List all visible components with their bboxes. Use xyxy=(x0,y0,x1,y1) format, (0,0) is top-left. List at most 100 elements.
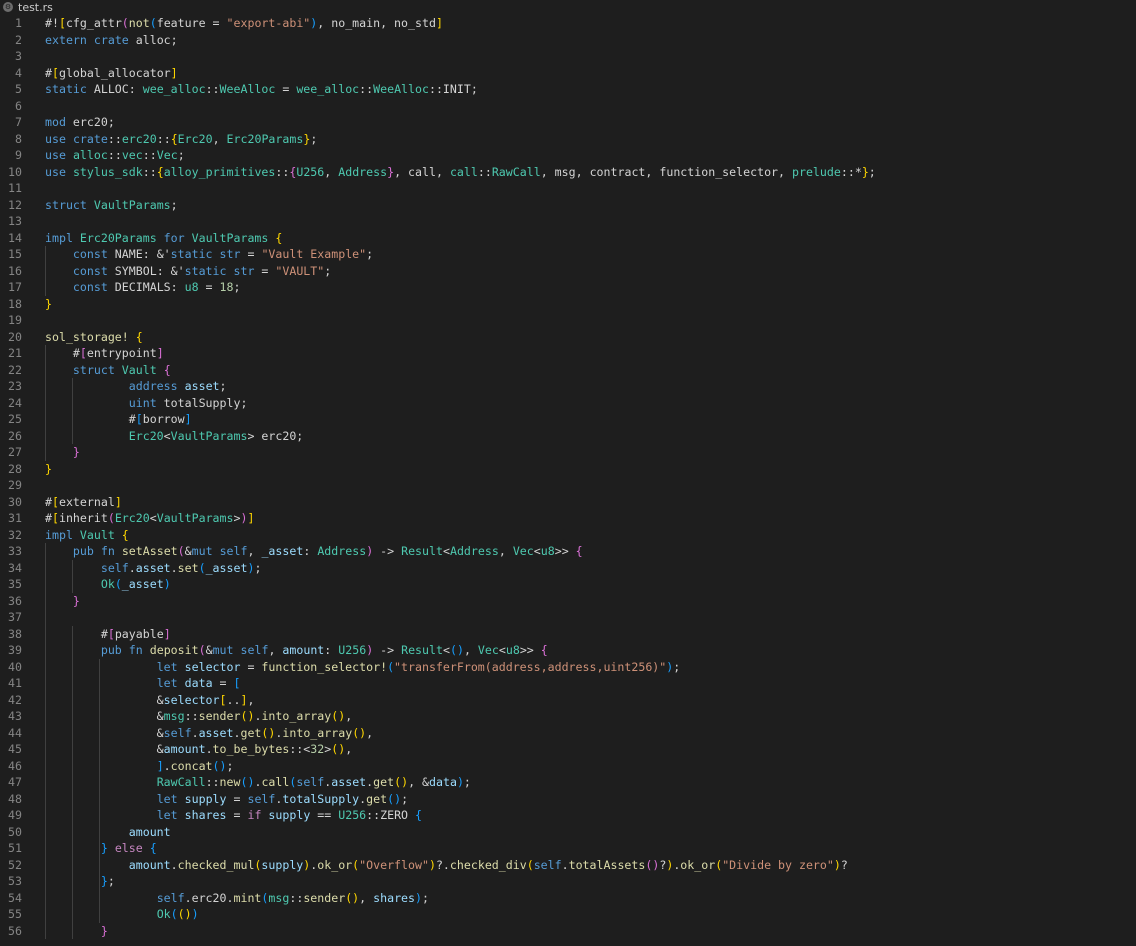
code-line[interactable]: 53 }; xyxy=(0,873,1136,890)
code-token: Address xyxy=(317,544,367,558)
code-line[interactable]: 23 address asset; xyxy=(0,378,1136,395)
code-line[interactable]: 55 Ok(()) xyxy=(0,906,1136,923)
code-line[interactable]: 8 use crate::erc20::{Erc20, Erc20Params}; xyxy=(0,131,1136,148)
code-line[interactable]: 24 uint totalSupply; xyxy=(0,395,1136,412)
code-line[interactable]: 12 struct VaultParams; xyxy=(0,197,1136,214)
code-token: & xyxy=(184,544,192,558)
code-line[interactable]: 35 Ok(_asset) xyxy=(0,576,1136,593)
code-line[interactable]: 4 #[global_allocator] xyxy=(0,65,1136,82)
code-line[interactable]: 1 #![cfg_attr(not(feature = "export-abi")… xyxy=(0,15,1136,32)
code-line[interactable]: 29 xyxy=(0,477,1136,494)
code-line[interactable]: 44 &self.asset.get().into_array(), xyxy=(0,725,1136,742)
code-line[interactable]: 30 #[external] xyxy=(0,494,1136,511)
code-line[interactable]: 2 extern crate alloc; xyxy=(0,32,1136,49)
code-token: crate xyxy=(93,32,129,47)
code-line[interactable]: 38 #[payable] xyxy=(0,626,1136,643)
code-token: DECIMALS: xyxy=(107,280,185,294)
code-token: struct xyxy=(45,197,87,212)
code-line[interactable]: 7 mod erc20; xyxy=(0,114,1136,131)
code-line[interactable]: 32 impl Vault { xyxy=(0,527,1136,544)
code-line[interactable]: 26 Erc20<VaultParams> erc20; xyxy=(0,428,1136,445)
code-line[interactable]: 54 self.erc20.mint(msg::sender(), shares… xyxy=(0,890,1136,907)
code-line[interactable]: 16 const SYMBOL: &'static str = "VAULT"; xyxy=(0,263,1136,280)
code-token: shares xyxy=(184,808,227,822)
code-line[interactable]: 56 } xyxy=(0,923,1136,940)
code-line[interactable]: 52 amount.checked_mul(supply).ok_or("Ove… xyxy=(0,857,1136,874)
code-token: 32 xyxy=(310,742,325,756)
code-token: RawCall xyxy=(156,775,206,789)
code-line[interactable]: 28} xyxy=(0,461,1136,478)
code-line[interactable]: 18} xyxy=(0,296,1136,313)
code-line[interactable]: 39 pub fn deposit(&mut self, amount: U25… xyxy=(0,642,1136,659)
code-token: , xyxy=(212,131,227,146)
code-line[interactable]: 27 } xyxy=(0,444,1136,461)
code-line[interactable]: 22 struct Vault { xyxy=(0,362,1136,379)
code-line[interactable]: 15 const NAME: &'static str = "Vault Exa… xyxy=(0,246,1136,263)
code-token: Result xyxy=(401,643,443,657)
code-text: #[borrow] xyxy=(45,411,192,428)
code-token: get xyxy=(240,725,262,740)
code-token: < xyxy=(533,544,541,558)
code-text: #[payable] xyxy=(45,626,171,643)
code-line[interactable]: 42 &selector[..], xyxy=(0,692,1136,709)
code-editor[interactable]: 1 #![cfg_attr(not(feature = "export-abi")… xyxy=(0,15,1136,946)
code-line[interactable]: 46 ].concat(); xyxy=(0,758,1136,775)
tab-test-rs[interactable]: ⚙ test.rs xyxy=(0,0,53,14)
code-token: . xyxy=(191,725,199,740)
code-line[interactable]: 50 amount xyxy=(0,824,1136,841)
line-number: 7 xyxy=(15,115,22,129)
code-token: mut xyxy=(191,544,213,558)
code-line[interactable]: 9 use alloc::vec::Vec; xyxy=(0,147,1136,164)
code-token: ok_or xyxy=(317,857,353,872)
line-number: 14 xyxy=(8,230,22,245)
code-token: } xyxy=(45,296,52,311)
code-line[interactable]: 40 let selector = function_selector!("tr… xyxy=(0,659,1136,676)
code-line[interactable]: 6 xyxy=(0,98,1136,115)
code-line[interactable]: 21 #[entrypoint] xyxy=(0,345,1136,362)
code-token: global_allocator xyxy=(58,65,171,80)
code-line[interactable]: 14 impl Erc20Params for VaultParams { xyxy=(0,230,1136,247)
code-line[interactable]: 47 RawCall::new().call(self.asset.get(),… xyxy=(0,774,1136,791)
code-line[interactable]: 37 xyxy=(0,609,1136,626)
code-line[interactable]: 48 let supply = self.totalSupply.get(); xyxy=(0,791,1136,808)
code-line[interactable]: 36 } xyxy=(0,593,1136,610)
line-number: 56 xyxy=(8,923,22,938)
code-line[interactable]: 51 } else { xyxy=(0,840,1136,857)
code-text: } xyxy=(45,296,52,313)
code-token: : xyxy=(324,643,339,657)
code-token: ; xyxy=(463,775,471,789)
code-line[interactable]: 43 &msg::sender().into_array(), xyxy=(0,708,1136,725)
code-line[interactable]: 20 sol_storage! { xyxy=(0,329,1136,346)
code-line[interactable]: 17 const DECIMALS: u8 = 18; xyxy=(0,279,1136,296)
code-token: ( xyxy=(121,16,129,30)
code-line[interactable]: 11 xyxy=(0,180,1136,197)
code-token: mut xyxy=(212,643,234,657)
code-line[interactable]: 3 xyxy=(0,48,1136,65)
code-line[interactable]: 45 &amount.to_be_bytes::<32>(), xyxy=(0,741,1136,758)
code-line[interactable]: 41 let data = [ xyxy=(0,675,1136,692)
code-token: str xyxy=(233,263,255,278)
code-line[interactable]: 10 use stylus_sdk::{alloy_primitives::{U2… xyxy=(0,164,1136,181)
code-line[interactable]: 49 let shares = if supply == U256::ZERO … xyxy=(0,807,1136,824)
code-token: -> xyxy=(373,544,402,558)
code-line[interactable]: 31 #[inherit(Erc20<VaultParams>)] xyxy=(0,510,1136,527)
line-number: 18 xyxy=(8,296,22,311)
code-line[interactable]: 19 xyxy=(0,312,1136,329)
code-line[interactable]: 25 #[borrow] xyxy=(0,411,1136,428)
code-line[interactable]: 33 pub fn setAsset(&mut self, _asset: Ad… xyxy=(0,543,1136,560)
code-token: data xyxy=(429,775,457,789)
code-line[interactable]: 13 xyxy=(0,213,1136,230)
code-token: into_array xyxy=(282,725,353,740)
code-line[interactable]: 5 static ALLOC: wee_alloc::WeeAlloc = wee… xyxy=(0,81,1136,98)
code-token: amount xyxy=(128,824,171,839)
code-line[interactable]: 34 self.asset.set(_asset); xyxy=(0,560,1136,577)
code-token: pub xyxy=(72,544,94,558)
